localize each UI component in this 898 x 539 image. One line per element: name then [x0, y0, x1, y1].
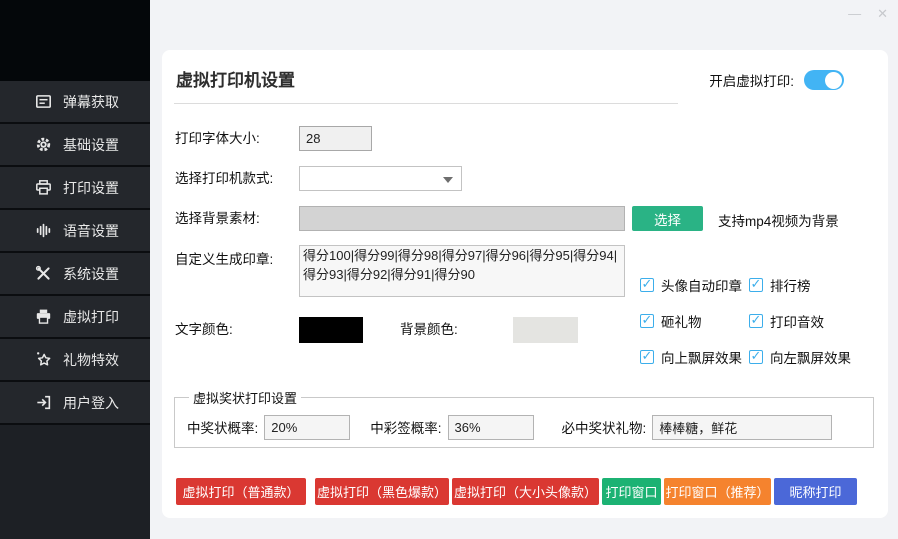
sidebar-item-voice-settings[interactable]: 语音设置 — [0, 210, 150, 253]
page-title: 虚拟打印机设置 — [176, 66, 295, 91]
sidebar-menu: 弹幕获取 基础设置 打印设置 — [0, 81, 150, 425]
login-icon — [35, 394, 52, 411]
sidebar-item-print-settings[interactable]: 打印设置 — [0, 167, 150, 210]
sidebar-item-label: 礼物特效 — [63, 350, 119, 370]
checkbox-icon[interactable] — [749, 314, 763, 328]
checkbox-label: 向左飘屏效果 — [770, 347, 851, 367]
sidebar-item-label: 打印设置 — [63, 178, 119, 198]
printer-icon — [35, 179, 52, 196]
checkbox-icon[interactable] — [640, 350, 654, 364]
font-size-label: 打印字体大小: — [175, 126, 260, 151]
title-divider — [174, 103, 678, 104]
award-gift-label: 必中奖状礼物: — [562, 417, 647, 437]
options-checkbox-grid: 头像自动印章 排行榜 砸礼物 打印音效 向上飘屏效果 向左飘屏效果 — [640, 275, 851, 367]
checkbox-float-up-effect[interactable]: 向上飘屏效果 — [640, 347, 749, 367]
sidebar-item-basic-settings[interactable]: 基础设置 — [0, 124, 150, 167]
award-legend: 虚拟奖状打印设置 — [189, 388, 301, 407]
btn-virtual-print-avatar[interactable]: 虚拟打印（大小头像款） — [452, 478, 599, 505]
stamp-textarea[interactable]: 得分100|得分99|得分98|得分97|得分96|得分95|得分94|得分93… — [299, 245, 625, 297]
btn-virtual-print-black[interactable]: 虚拟打印（黑色爆款） — [315, 478, 449, 505]
choose-button[interactable]: 选择 — [632, 206, 703, 231]
award-fieldset: 虚拟奖状打印设置 中奖状概率: 中彩签概率: 必中奖状礼物: — [174, 388, 874, 448]
lottery-rate-label: 中彩签概率: — [370, 417, 441, 437]
sidebar-item-label: 弹幕获取 — [63, 92, 119, 112]
window-minimize-button[interactable]: — — [848, 5, 861, 23]
checkbox-icon[interactable] — [640, 278, 654, 292]
award-rate-input[interactable] — [264, 415, 350, 440]
window-controls: — ✕ — [848, 5, 888, 23]
window-close-button[interactable]: ✕ — [877, 5, 888, 23]
font-size-input[interactable] — [299, 126, 372, 151]
logo-area — [0, 0, 150, 81]
checkbox-label: 砸礼物 — [661, 311, 702, 331]
action-button-row: 虚拟打印（普通款） 虚拟打印（黑色爆款） 虚拟打印（大小头像款） 打印窗口 打印… — [176, 478, 857, 505]
checkbox-label: 头像自动印章 — [661, 275, 742, 295]
sidebar-item-label: 虚拟打印 — [63, 307, 119, 327]
sidebar-item-danmu[interactable]: 弹幕获取 — [0, 81, 150, 124]
sidebar: 弹幕获取 基础设置 打印设置 — [0, 0, 150, 539]
checkbox-label: 向上飘屏效果 — [661, 347, 742, 367]
btn-print-window-recommended[interactable]: 打印窗口（推荐） — [664, 478, 771, 505]
tools-icon — [35, 265, 52, 282]
checkbox-avatar-auto-stamp[interactable]: 头像自动印章 — [640, 275, 749, 295]
mp4-note: 支持mp4视频为背景 — [718, 210, 839, 230]
btn-print-window[interactable]: 打印窗口 — [602, 478, 661, 505]
award-gift-input[interactable] — [652, 415, 832, 440]
checkbox-leaderboard[interactable]: 排行榜 — [749, 275, 851, 295]
checkbox-icon[interactable] — [749, 278, 763, 292]
gift-star-icon — [35, 351, 52, 368]
checkbox-label: 排行榜 — [770, 275, 811, 295]
bg-color-label: 背景颜色: — [400, 317, 458, 343]
bg-color-swatch[interactable] — [513, 317, 578, 343]
sidebar-item-label: 语音设置 — [63, 221, 119, 241]
sidebar-item-system-settings[interactable]: 系统设置 — [0, 253, 150, 296]
btn-virtual-print-normal[interactable]: 虚拟打印（普通款） — [176, 478, 306, 505]
checkbox-smash-gift[interactable]: 砸礼物 — [640, 311, 749, 331]
printer-style-label: 选择打印机款式: — [175, 166, 273, 191]
toggle-knob — [825, 72, 842, 89]
text-color-label: 文字颜色: — [175, 317, 233, 343]
settings-card: 虚拟打印机设置 开启虚拟打印: 打印字体大小: 选择打印机款式: 选择背景素材:… — [162, 50, 888, 518]
sidebar-item-virtual-print[interactable]: 虚拟打印 — [0, 296, 150, 339]
sidebar-item-label: 用户登入 — [63, 393, 119, 413]
checkbox-icon[interactable] — [749, 350, 763, 364]
lottery-rate-input[interactable] — [448, 415, 534, 440]
text-color-swatch[interactable] — [299, 317, 363, 343]
virtual-print-toggle-row: 开启虚拟打印: — [709, 70, 844, 90]
award-rate-label: 中奖状概率: — [187, 417, 258, 437]
danmu-icon — [35, 93, 52, 110]
checkbox-icon[interactable] — [640, 314, 654, 328]
toggle-label: 开启虚拟打印: — [709, 70, 794, 90]
checkbox-float-left-effect[interactable]: 向左飘屏效果 — [749, 347, 851, 367]
gear-icon — [35, 136, 52, 153]
printer-filled-icon — [35, 308, 52, 325]
stamp-label: 自定义生成印章: — [175, 247, 273, 272]
chevron-down-icon — [443, 177, 453, 183]
sidebar-item-label: 基础设置 — [63, 135, 119, 155]
sidebar-item-label: 系统设置 — [63, 264, 119, 284]
checkbox-label: 打印音效 — [770, 311, 824, 331]
sidebar-item-user-login[interactable]: 用户登入 — [0, 382, 150, 425]
background-material-input[interactable] — [299, 206, 625, 231]
printer-style-select[interactable] — [299, 166, 462, 191]
virtual-print-toggle[interactable] — [804, 70, 844, 90]
voice-icon — [35, 222, 52, 239]
checkbox-print-sound[interactable]: 打印音效 — [749, 311, 851, 331]
main-area: — ✕ 虚拟打印机设置 开启虚拟打印: 打印字体大小: 选择打印机款式: 选择背… — [150, 0, 898, 539]
background-material-label: 选择背景素材: — [175, 206, 260, 231]
btn-nickname-print[interactable]: 昵称打印 — [774, 478, 857, 505]
sidebar-item-gift-effects[interactable]: 礼物特效 — [0, 339, 150, 382]
